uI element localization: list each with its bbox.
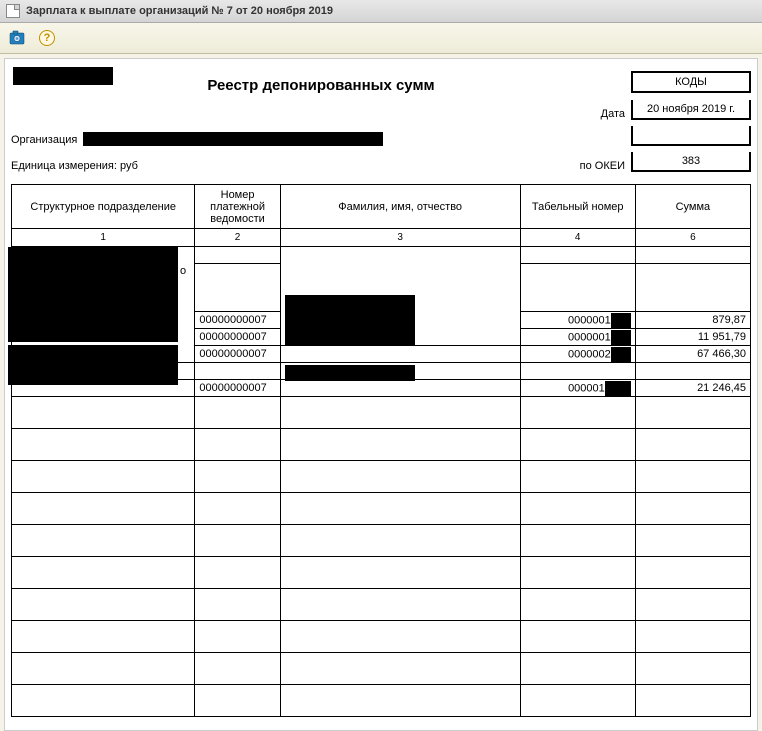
table-row bbox=[12, 397, 751, 429]
col-tab: Табельный номер bbox=[520, 185, 635, 229]
col-struct: Структурное подразделение bbox=[12, 185, 195, 229]
sum-cell: 879,87 bbox=[635, 312, 750, 329]
table-row bbox=[12, 621, 751, 653]
report-page: Реестр депонированных сумм КОДЫ Дата 20 … bbox=[4, 58, 758, 731]
table-header-row: Структурное подразделение Номер платежно… bbox=[12, 185, 751, 229]
save-button[interactable] bbox=[6, 27, 28, 49]
vedom-cell: 00000000007 bbox=[195, 329, 280, 346]
redacted-org bbox=[83, 132, 383, 146]
table-row bbox=[12, 685, 751, 717]
window-title-bar: Зарплата к выплате организаций № 7 от 20… bbox=[0, 0, 762, 23]
document-icon bbox=[6, 4, 20, 18]
tab-cell: 000001 bbox=[520, 380, 635, 397]
redacted-block bbox=[8, 345, 178, 385]
table-row bbox=[12, 653, 751, 685]
window-title: Зарплата к выплате организаций № 7 от 20… bbox=[26, 5, 333, 17]
okei-label: по ОКЕИ bbox=[565, 160, 625, 172]
date-label: Дата bbox=[565, 108, 625, 120]
struct-cell: о 1 bbox=[12, 247, 195, 363]
table-row bbox=[12, 557, 751, 589]
table-row bbox=[12, 589, 751, 621]
data-table: Структурное подразделение Номер платежно… bbox=[11, 184, 751, 717]
sum-cell: 67 466,30 bbox=[635, 346, 750, 363]
table-row bbox=[12, 493, 751, 525]
table-row: о 1 bbox=[12, 247, 751, 264]
redacted-block bbox=[8, 247, 178, 342]
redacted-block bbox=[611, 313, 631, 328]
table-colnum-row: 1 2 3 4 6 bbox=[12, 229, 751, 247]
codes-header: КОДЫ bbox=[631, 71, 751, 93]
redacted-fio bbox=[285, 365, 415, 381]
vedom-cell: 00000000007 bbox=[195, 380, 280, 397]
floppy-camera-icon bbox=[9, 30, 25, 46]
tab-cell: 0000001 bbox=[520, 329, 635, 346]
col-fio: Фамилия, имя, отчество bbox=[280, 185, 520, 229]
table-row bbox=[12, 525, 751, 557]
codes-blank bbox=[631, 126, 751, 146]
col-sum: Сумма bbox=[635, 185, 750, 229]
okei-value: 383 bbox=[631, 152, 751, 172]
tab-cell: 0000002 bbox=[520, 346, 635, 363]
redacted-block bbox=[611, 330, 631, 345]
redacted-block bbox=[611, 347, 631, 362]
tab-cell: 0000001 bbox=[520, 312, 635, 329]
help-icon: ? bbox=[39, 30, 55, 46]
sum-cell: 11 951,79 bbox=[635, 329, 750, 346]
codes-box: КОДЫ bbox=[631, 71, 751, 94]
toolbar: ? bbox=[0, 23, 762, 54]
unit-label: Единица измерения: руб bbox=[11, 160, 138, 172]
table-row bbox=[12, 461, 751, 493]
date-value: 20 ноября 2019 г. bbox=[631, 100, 751, 120]
help-button[interactable]: ? bbox=[36, 27, 58, 49]
redacted-block bbox=[13, 67, 113, 85]
vedom-cell: 00000000007 bbox=[195, 346, 280, 363]
redacted-block bbox=[605, 381, 631, 396]
org-label: Организация bbox=[11, 134, 77, 146]
table-row bbox=[12, 429, 751, 461]
vedom-cell: 00000000007 bbox=[195, 312, 280, 329]
redacted-fio bbox=[285, 295, 415, 345]
sum-cell: 21 246,45 bbox=[635, 380, 750, 397]
col-vedom: Номер платежной ведомости bbox=[195, 185, 280, 229]
